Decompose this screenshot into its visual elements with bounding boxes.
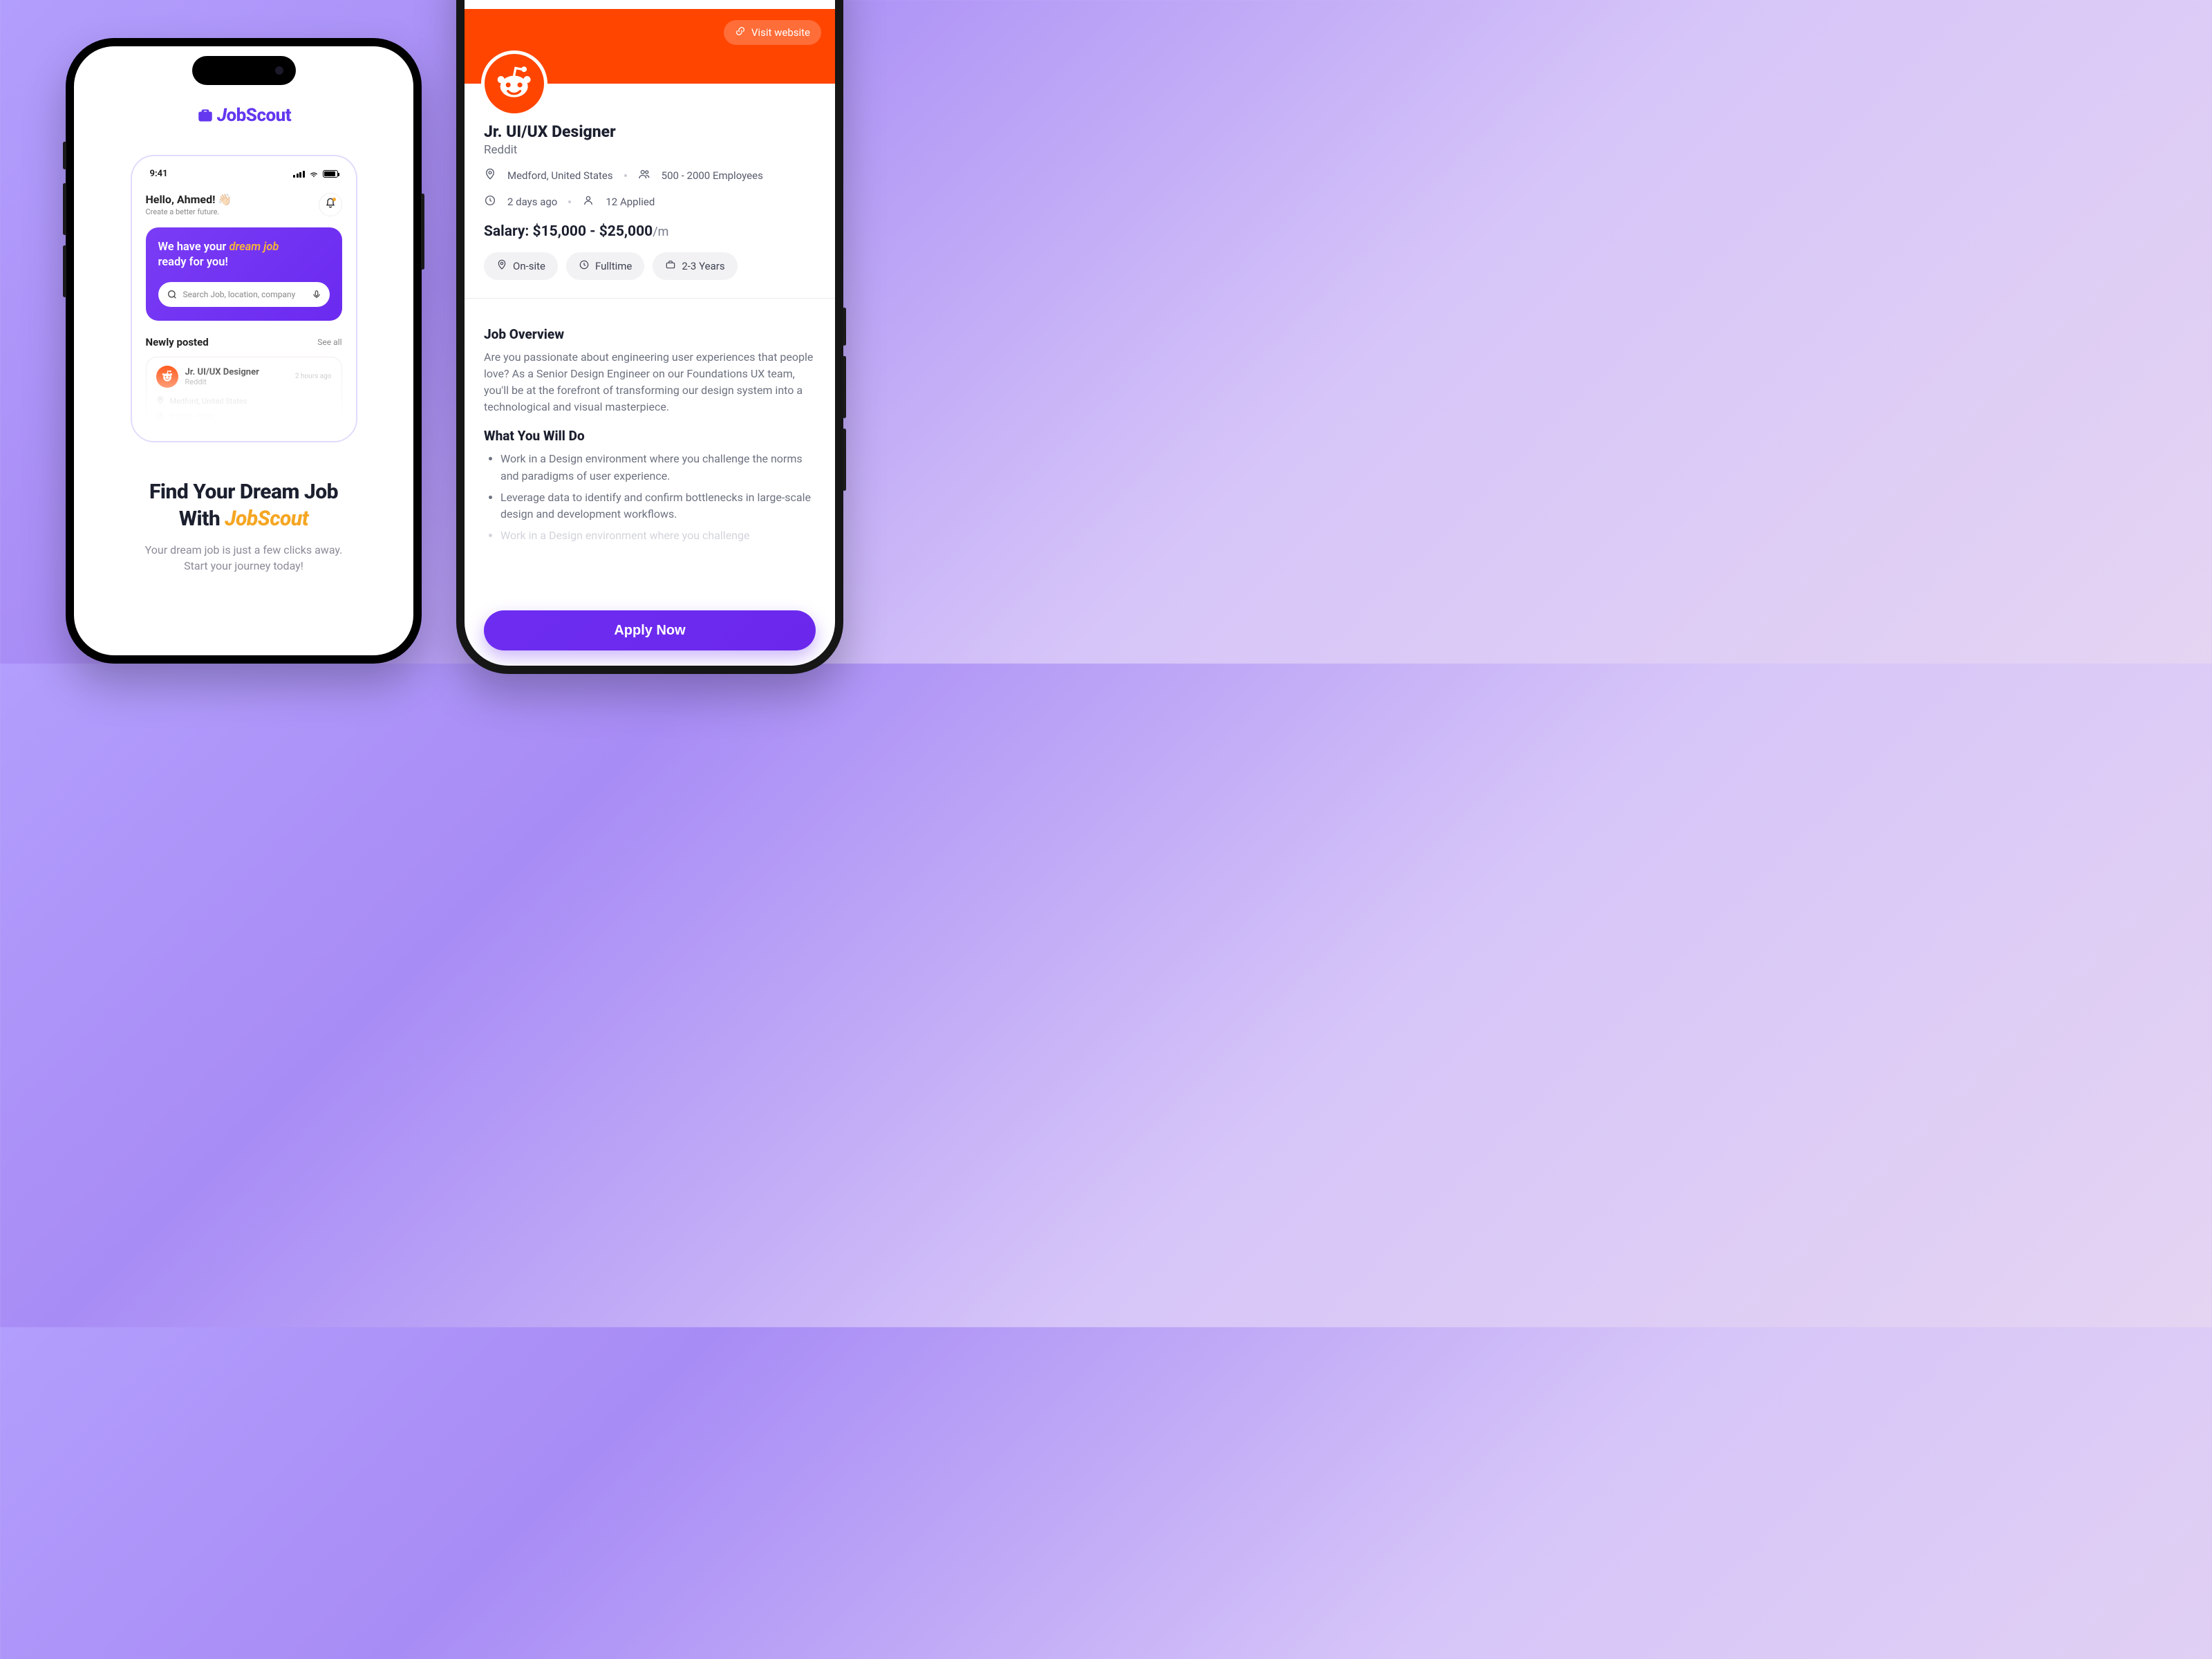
see-all-link[interactable]: See all xyxy=(317,337,341,347)
visit-website-button[interactable]: Visit website xyxy=(724,20,821,45)
overview-heading: Job Overview xyxy=(484,326,816,342)
tagline-with: With xyxy=(179,507,225,531)
location-pin-icon xyxy=(156,396,165,406)
tagline-accent: JobScout xyxy=(225,507,308,531)
bell-icon xyxy=(325,198,336,212)
job-card[interactable]: Jr. UI/UX Designer Reddit 2 hours ago Me… xyxy=(146,357,342,434)
newly-posted-heading: Newly posted xyxy=(146,336,209,348)
greeting-title: Hello, Ahmed! 👋🏻 xyxy=(146,193,232,206)
job-title: Jr. UI/UX Designer xyxy=(484,122,816,141)
app-logo: JJobScoutobScout xyxy=(196,105,291,126)
chip-worksite[interactable]: On-site xyxy=(484,252,558,280)
wifi-icon xyxy=(309,171,319,178)
link-icon xyxy=(735,26,746,39)
chip-experience[interactable]: 2-3 Years xyxy=(653,252,737,280)
job-posted-ago: 2 days ago xyxy=(507,196,557,208)
company-header: Visit website xyxy=(465,9,835,84)
job-card-location: Medford, United States xyxy=(170,397,247,406)
separator-dot xyxy=(568,200,571,203)
what-you-will-do-heading: What You Will Do xyxy=(484,428,816,444)
status-time: 9:41 xyxy=(150,169,168,179)
hero-accent: dream job xyxy=(229,241,279,254)
reddit-icon xyxy=(496,65,532,102)
phone-device-right: Visit website Jr. UI/UX Designer Reddit xyxy=(456,0,843,674)
phone-side-button xyxy=(843,429,846,491)
job-employees: 500 - 2000 Employees xyxy=(662,169,763,182)
blank-top-spacer xyxy=(465,0,835,9)
briefcase-icon xyxy=(196,106,214,124)
company-logo xyxy=(481,50,547,117)
phone-side-button xyxy=(843,308,846,346)
marketing-tagline: Find Your Dream Job With JobScout Your d… xyxy=(74,478,413,574)
hero-banner: We have your dream job ready for you! Se… xyxy=(146,227,342,321)
search-placeholder: Search Job, location, company xyxy=(178,290,312,299)
location-pin-icon xyxy=(484,168,496,183)
clock-icon xyxy=(484,194,496,209)
status-bar: 9:41 xyxy=(146,167,342,180)
list-item: Leverage data to identify and confirm bo… xyxy=(500,489,816,524)
dynamic-island xyxy=(192,56,296,85)
search-icon xyxy=(167,289,178,300)
dollar-icon xyxy=(156,412,165,422)
visit-website-label: Visit website xyxy=(751,26,810,39)
job-card-salary: $1500 - 2500 xyxy=(170,413,214,422)
app-logo-text: JJobScoutobScout xyxy=(217,105,291,126)
tagline-sub1: Your dream job is just a few clicks away… xyxy=(145,543,343,556)
phone-side-button xyxy=(63,142,66,169)
clock-icon xyxy=(579,259,590,273)
search-input[interactable]: Search Job, location, company xyxy=(158,282,330,307)
phone-side-button xyxy=(63,245,66,297)
phone-device-left: JJobScoutobScout 9:41 Hello, xyxy=(66,38,422,664)
job-card-time: 2 hours ago xyxy=(295,373,332,380)
tagline-line1: Find Your Dream Job xyxy=(149,480,338,504)
overview-body: Are you passionate about engineering use… xyxy=(484,349,816,415)
location-target-icon xyxy=(496,259,507,273)
chip-employment-type[interactable]: Fulltime xyxy=(566,252,644,280)
job-salary: Salary: $15,000 - $25,000/m xyxy=(484,223,816,240)
list-item: Work in a Design environment where you c… xyxy=(500,451,816,485)
greeting-subtitle: Create a better future. xyxy=(146,207,232,216)
battery-icon xyxy=(323,170,338,178)
job-card-title: Jr. UI/UX Designer xyxy=(185,367,259,377)
hero-line2: ready for you! xyxy=(158,255,330,270)
signal-icon xyxy=(293,171,305,178)
reddit-icon xyxy=(156,366,178,388)
job-card-company: Reddit xyxy=(185,377,259,386)
phone-screen-left: JJobScoutobScout 9:41 Hello, xyxy=(74,46,413,655)
people-icon xyxy=(638,168,650,183)
briefcase-icon xyxy=(665,259,676,273)
phone-side-button xyxy=(63,183,66,235)
phone-side-button xyxy=(421,194,424,270)
hero-phone-preview: 9:41 Hello, Ahmed! 👋🏻 Create a better fu… xyxy=(131,155,357,442)
notifications-button[interactable] xyxy=(319,193,342,216)
person-icon xyxy=(582,194,594,209)
apply-now-button[interactable]: Apply Now xyxy=(484,610,816,650)
hero-line1: We have your dream job xyxy=(158,240,330,255)
mic-icon[interactable] xyxy=(312,290,321,299)
responsibilities-list: Work in a Design environment where you c… xyxy=(484,451,816,545)
job-applicants: 12 Applied xyxy=(606,196,655,208)
job-location: Medford, United States xyxy=(507,169,613,182)
job-overview-section: Job Overview Are you passionate about en… xyxy=(465,314,835,549)
list-item: Work in a Design environment where you c… xyxy=(500,527,816,545)
tagline-sub2: Start your journey today! xyxy=(184,559,303,572)
job-company: Reddit xyxy=(484,143,816,157)
phone-screen-right: Visit website Jr. UI/UX Designer Reddit xyxy=(465,0,835,666)
section-divider xyxy=(465,298,835,299)
separator-dot xyxy=(624,174,627,177)
phone-side-button xyxy=(843,356,846,418)
